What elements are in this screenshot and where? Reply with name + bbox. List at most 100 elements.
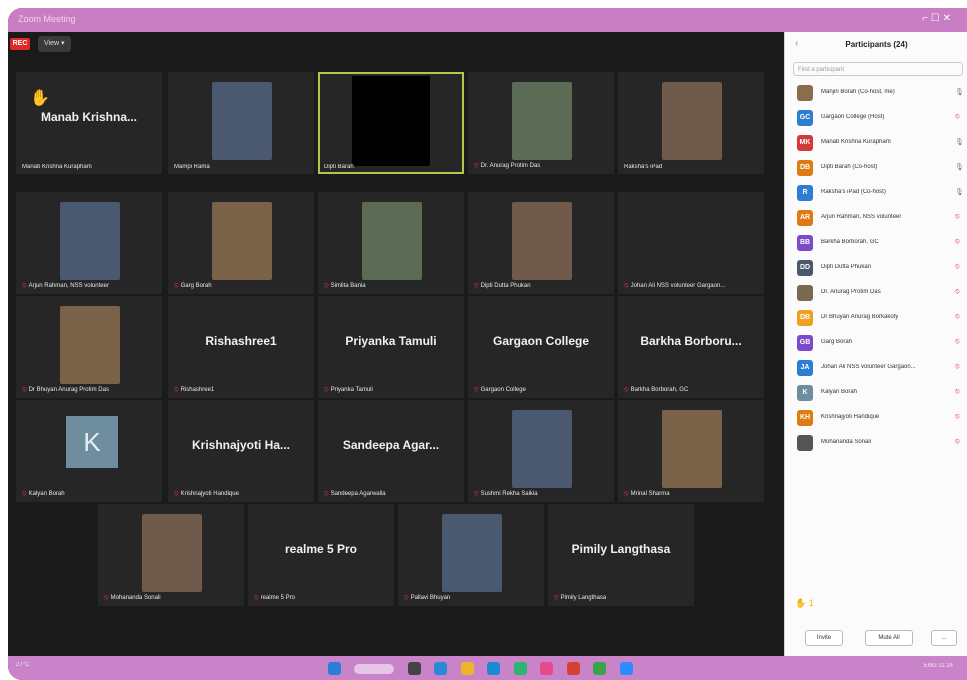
participant-tile[interactable]: Raksha's iPad bbox=[618, 72, 764, 174]
office-icon[interactable] bbox=[566, 662, 580, 676]
participant-row[interactable]: GB Garg Borah ⦸ bbox=[793, 332, 967, 357]
avatar: DB bbox=[797, 310, 813, 326]
participant-row[interactable]: DB Dr Bhuyan Anurag Borkakoty ⦸ bbox=[793, 307, 967, 332]
mic-icon[interactable]: 🎙 bbox=[955, 188, 964, 196]
participant-tile[interactable]: Krishnajyoti Ha... ⦸ Krishnajyoti Handique bbox=[168, 400, 314, 502]
muted-mic-icon[interactable]: ⦸ bbox=[955, 263, 960, 271]
participant-video bbox=[442, 514, 502, 592]
participant-row[interactable]: Mohananda Sonali ⦸ bbox=[793, 432, 967, 457]
muted-mic-icon: ⦸ bbox=[474, 490, 479, 497]
participant-video bbox=[362, 202, 422, 280]
participant-row[interactable]: AR Arjun Rahman, NSS volunteer ⦸ bbox=[793, 207, 967, 232]
participant-name: Gargaon College (Host) bbox=[821, 114, 885, 120]
taskbar-search[interactable] bbox=[354, 663, 395, 674]
participant-tile[interactable]: ⦸ Simlita Bania bbox=[318, 192, 464, 294]
muted-mic-icon: ⦸ bbox=[254, 594, 259, 601]
muted-mic-icon: ⦸ bbox=[624, 386, 629, 393]
participant-row[interactable]: JA Johan Ali NSS volunteer Gargaon... ⦸ bbox=[793, 357, 967, 382]
participant-tile[interactable]: ⦸ Garg Borah bbox=[168, 192, 314, 294]
meeting-toolbar bbox=[8, 32, 784, 64]
mute-all-button[interactable]: Mute All bbox=[865, 630, 913, 646]
participant-tile[interactable]: ⦸ Dr. Anurag Protim Das bbox=[468, 72, 614, 174]
participant-caption: ⦸ Dr Bhuyan Anurag Protim Das bbox=[22, 386, 109, 394]
system-tray-clock[interactable]: ENG 11:24 bbox=[924, 663, 953, 669]
participant-tile[interactable]: realme 5 Pro ⦸ realme 5 Pro bbox=[248, 504, 394, 606]
mic-icon[interactable]: 🎙 bbox=[955, 163, 964, 171]
participant-name: Dipti Barah (Co-host) bbox=[821, 164, 878, 170]
participant-row[interactable]: Manjiri Borah (Co-host, me) 🎙 bbox=[793, 82, 967, 107]
participant-tile[interactable]: Sandeepa Agar... ⦸ Sandeepa Agarwalla bbox=[318, 400, 464, 502]
participant-row[interactable]: DB Dipti Barah (Co-host) 🎙 bbox=[793, 157, 967, 182]
participant-caption: Mampi Rama bbox=[174, 164, 210, 170]
muted-mic-icon[interactable]: ⦸ bbox=[955, 438, 960, 446]
avatar: GB bbox=[797, 335, 813, 351]
participant-tile[interactable]: Manab Krishna... ✋ Manab Krishna Kurapham bbox=[16, 72, 162, 174]
muted-mic-icon: ⦸ bbox=[22, 282, 27, 289]
participant-row[interactable]: KH Krishnajyoti Handique ⦸ bbox=[793, 407, 967, 432]
task-view-icon[interactable] bbox=[407, 662, 421, 676]
windows-taskbar: 27°C ENG 11:24 bbox=[8, 656, 967, 680]
muted-mic-icon: ⦸ bbox=[324, 490, 329, 497]
participant-tile[interactable]: Mampi Rama bbox=[168, 72, 314, 174]
edge-icon[interactable] bbox=[434, 662, 448, 676]
participant-tile[interactable]: ⦸ Mohananda Sonali bbox=[98, 504, 244, 606]
view-button[interactable]: View ▾ bbox=[38, 36, 71, 52]
zoom-icon[interactable] bbox=[619, 662, 633, 676]
invite-button[interactable]: Invite bbox=[805, 630, 843, 646]
muted-mic-icon[interactable]: ⦸ bbox=[955, 338, 960, 346]
window-controls[interactable]: ⌐ ☐ ✕ bbox=[922, 13, 951, 24]
participant-caption-text: Mohananda Sonali bbox=[110, 595, 161, 601]
start-icon[interactable] bbox=[328, 662, 341, 676]
participant-tile[interactable]: Priyanka Tamuli ⦸ Priyanka Tamuli bbox=[318, 296, 464, 398]
mic-icon[interactable]: 🎙 bbox=[955, 88, 964, 96]
chrome-alt-icon[interactable] bbox=[593, 662, 607, 676]
chrome-icon[interactable] bbox=[513, 662, 527, 676]
participant-row[interactable]: R Raksha's iPad (Co-host) 🎙 bbox=[793, 182, 967, 207]
participant-tile[interactable]: ⦸ Pallavi Bhuyan bbox=[398, 504, 544, 606]
participant-tile[interactable]: ⦸ Mrinal Sharma bbox=[618, 400, 764, 502]
weather-widget[interactable]: 27°C bbox=[16, 662, 29, 668]
participant-tile[interactable]: Dipti Barah bbox=[318, 72, 464, 174]
participant-caption-text: Simlita Bania bbox=[330, 283, 366, 289]
app-icon[interactable] bbox=[540, 662, 554, 676]
participant-row[interactable]: DD Dipti Dutta Phukan ⦸ bbox=[793, 257, 967, 282]
participant-row[interactable]: K Kalyan Borah ⦸ bbox=[793, 382, 967, 407]
participant-tile[interactable]: ⦸ Sushmi Rekha Saikia bbox=[468, 400, 614, 502]
muted-mic-icon[interactable]: ⦸ bbox=[955, 388, 960, 396]
participant-tile[interactable]: K ⦸ Kalyan Borah bbox=[16, 400, 162, 502]
participant-tile[interactable]: ⦸ Arjun Rahman, NSS volunteer bbox=[16, 192, 162, 294]
file-explorer-icon[interactable] bbox=[460, 662, 474, 676]
participant-tile[interactable]: ⦸ Dr Bhuyan Anurag Protim Das bbox=[16, 296, 162, 398]
participant-row[interactable]: BB Barkha Borborah, GC ⦸ bbox=[793, 232, 967, 257]
muted-mic-icon: ⦸ bbox=[474, 162, 479, 169]
participant-row[interactable]: GC Gargaon College (Host) ⦸ bbox=[793, 107, 967, 132]
participant-row[interactable]: Dr. Anurag Protim Das ⦸ bbox=[793, 282, 967, 307]
participant-caption-text: realme 5 Pro bbox=[260, 595, 295, 601]
participant-tile[interactable]: Gargaon College ⦸ Gargaon College bbox=[468, 296, 614, 398]
participant-tile[interactable]: Barkha Borboru... ⦸ Barkha Borborah, GC bbox=[618, 296, 764, 398]
participant-row[interactable]: MK Manab Krishna Kurapham 🎙 bbox=[793, 132, 967, 157]
participant-tile[interactable]: ⦸ Dipti Dutta Phukan bbox=[468, 192, 614, 294]
avatar: K bbox=[797, 385, 813, 401]
avatar: MK bbox=[797, 135, 813, 151]
participant-caption: ⦸ Sushmi Rekha Saikia bbox=[474, 490, 538, 498]
mic-icon[interactable]: 🎙 bbox=[955, 138, 964, 146]
muted-mic-icon[interactable]: ⦸ bbox=[955, 363, 960, 371]
participant-search-input[interactable]: Find a participant bbox=[793, 62, 963, 76]
store-icon[interactable] bbox=[487, 662, 501, 676]
muted-mic-icon[interactable]: ⦸ bbox=[955, 238, 960, 246]
muted-mic-icon[interactable]: ⦸ bbox=[955, 288, 960, 296]
muted-mic-icon[interactable]: ⦸ bbox=[955, 113, 960, 121]
muted-mic-icon[interactable]: ⦸ bbox=[955, 413, 960, 421]
participant-tile[interactable]: Rishashree1 ⦸ Rishashree1 bbox=[168, 296, 314, 398]
participant-video bbox=[662, 82, 722, 160]
participant-name: Manab Krishna Kurapham bbox=[821, 139, 891, 145]
more-button[interactable]: ... bbox=[931, 630, 957, 646]
muted-mic-icon[interactable]: ⦸ bbox=[955, 213, 960, 221]
participant-tile[interactable]: ⦸ Johan Ali NSS volunteer Gargaon... bbox=[618, 192, 764, 294]
muted-mic-icon: ⦸ bbox=[324, 282, 329, 289]
participant-display-name: Sandeepa Agar... bbox=[342, 438, 440, 452]
raised-hand-count: 1 bbox=[808, 598, 814, 608]
participant-tile[interactable]: Pimily Langthasa ⦸ Pimily Langthasa bbox=[548, 504, 694, 606]
muted-mic-icon[interactable]: ⦸ bbox=[955, 313, 960, 321]
